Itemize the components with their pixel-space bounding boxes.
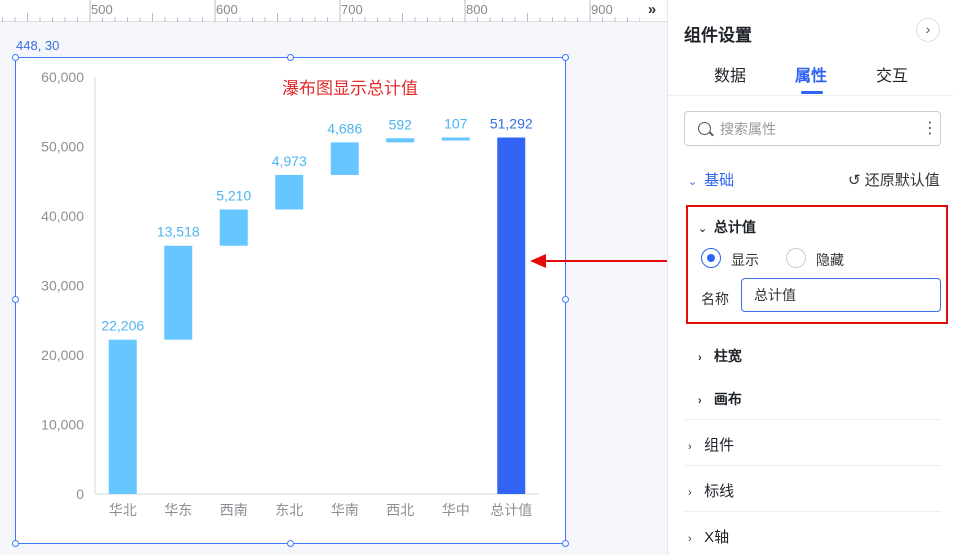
bar-华北 — [108, 339, 137, 494]
waterfall-chart: 瀑布图显示总计值 0 10,000 20,000 30,000 40,000 50,000 6… — [41, 69, 539, 518]
chevron-right-icon: › — [688, 487, 692, 499]
y-tick-label: 0 — [76, 486, 84, 502]
chevron-right-icon: › — [698, 395, 702, 407]
radio-show[interactable] — [701, 248, 721, 268]
data-label: 22,206 — [101, 318, 144, 334]
tab-divider — [668, 95, 953, 96]
search-icon — [698, 122, 711, 135]
total-name-input[interactable]: 总计值 — [741, 278, 941, 312]
double-chevron-right-icon[interactable]: » — [643, 1, 661, 19]
chevron-down-icon: ⌄ — [688, 176, 698, 188]
horizontal-ruler: 500 600 700 800 900 » — [0, 0, 667, 22]
data-label: 107 — [444, 116, 468, 132]
ruler-label-600: 600 — [216, 2, 238, 17]
section-component[interactable]: › 组件 — [688, 434, 734, 455]
tab-properties[interactable]: 属性 — [795, 62, 827, 86]
canvas-area[interactable]: 500 600 700 800 900 » 448, 30 瀑布图显示总计值 0 1… — [0, 0, 667, 555]
name-field-label: 名称 — [701, 291, 729, 307]
bar-华东 — [164, 245, 193, 340]
data-label: 4,686 — [327, 120, 362, 136]
chevron-right-icon: › — [688, 441, 692, 453]
y-tick-label: 20,000 — [41, 347, 84, 363]
x-tick-label: 华中 — [442, 502, 470, 518]
chevron-right-circle-icon[interactable]: › — [916, 18, 940, 42]
total-value-section-toggle[interactable]: ⌄ 总计值 — [698, 217, 756, 237]
section-bar-width-label: 柱宽 — [713, 348, 742, 364]
data-label: 51,292 — [490, 116, 533, 132]
section-x-axis-label: X轴 — [704, 529, 730, 546]
bar-东北 — [275, 174, 304, 210]
y-tick-label: 10,000 — [41, 417, 84, 433]
data-label: 4,973 — [272, 153, 307, 169]
chevron-down-icon: ⌄ — [698, 223, 708, 235]
radio-hide[interactable] — [786, 248, 806, 268]
position-readout: 448, 30 — [16, 38, 60, 53]
reset-default-label: 还原默认值 — [864, 172, 940, 189]
property-search-input[interactable] — [720, 119, 910, 139]
ruler-label-700: 700 — [341, 2, 363, 17]
red-arrow-annotation — [530, 254, 688, 268]
active-tab-indicator — [801, 91, 823, 94]
chevron-right-icon: › — [688, 533, 692, 545]
data-label: 592 — [389, 116, 413, 132]
section-component-label: 组件 — [704, 437, 735, 454]
x-tick-label: 总计值 — [490, 502, 532, 518]
x-tick-label: 东北 — [275, 502, 303, 518]
total-value-settings: ⌄ 总计值 显示 隐藏 名称 总计值 — [686, 205, 948, 324]
bar-华中 — [441, 137, 470, 141]
panel-title: 组件设置 — [684, 26, 752, 45]
x-tick-label: 华北 — [109, 502, 137, 518]
bar-西北 — [386, 138, 415, 143]
section-divider — [684, 511, 941, 512]
y-tick-label: 50,000 — [41, 139, 84, 155]
radio-show-label: 显示 — [731, 252, 759, 268]
x-tick-label: 华东 — [164, 502, 192, 518]
total-value-section-label: 总计值 — [713, 219, 756, 235]
tab-data[interactable]: 数据 — [714, 62, 746, 86]
reset-default-button[interactable]: ↺ 还原默认值 — [848, 169, 940, 190]
section-canvas[interactable]: › 画布 — [698, 389, 742, 409]
bar-总计值 — [497, 137, 526, 494]
ruler-label-500: 500 — [91, 2, 113, 17]
section-x-axis[interactable]: › X轴 — [688, 526, 729, 547]
ruler-label-900: 900 — [591, 2, 613, 17]
data-label: 13,518 — [157, 224, 200, 240]
app-root: 500 600 700 800 900 » 448, 30 瀑布图显示总计值 0 1… — [0, 0, 953, 555]
section-markline[interactable]: › 标线 — [688, 480, 734, 501]
y-tick-label: 40,000 — [41, 208, 84, 224]
x-tick-label: 华南 — [331, 502, 359, 518]
section-divider — [684, 419, 941, 420]
section-markline-label: 标线 — [704, 483, 735, 500]
y-tick-label: 60,000 — [41, 69, 84, 85]
component-settings-panel: 组件设置 › 数据 属性 交互 ⋮ ⌄ 基础 ↺ 还原默认值 ⌄ 总计值 显示 — [667, 0, 953, 555]
vertical-dots-icon[interactable]: ⋮ — [922, 119, 938, 139]
bar-华南 — [330, 142, 359, 175]
bar-西南 — [219, 209, 248, 246]
section-basic-toggle[interactable]: ⌄ 基础 — [688, 169, 734, 190]
ruler-label-800: 800 — [466, 2, 488, 17]
undo-icon: ↺ — [848, 172, 861, 189]
section-bar-width[interactable]: › 柱宽 — [698, 346, 742, 366]
property-search-box[interactable]: ⋮ — [684, 111, 941, 146]
radio-hide-label: 隐藏 — [816, 252, 844, 268]
chart-title: 瀑布图显示总计值 — [282, 79, 418, 98]
chevron-right-icon: › — [698, 352, 702, 364]
tab-interaction[interactable]: 交互 — [876, 62, 908, 86]
data-label: 5,210 — [216, 188, 251, 204]
y-tick-label: 30,000 — [41, 278, 84, 294]
x-tick-label: 西北 — [386, 502, 414, 518]
section-divider — [684, 465, 941, 466]
x-tick-label: 西南 — [220, 502, 248, 518]
section-canvas-label: 画布 — [713, 391, 742, 407]
section-basic-label: 基础 — [704, 172, 735, 189]
